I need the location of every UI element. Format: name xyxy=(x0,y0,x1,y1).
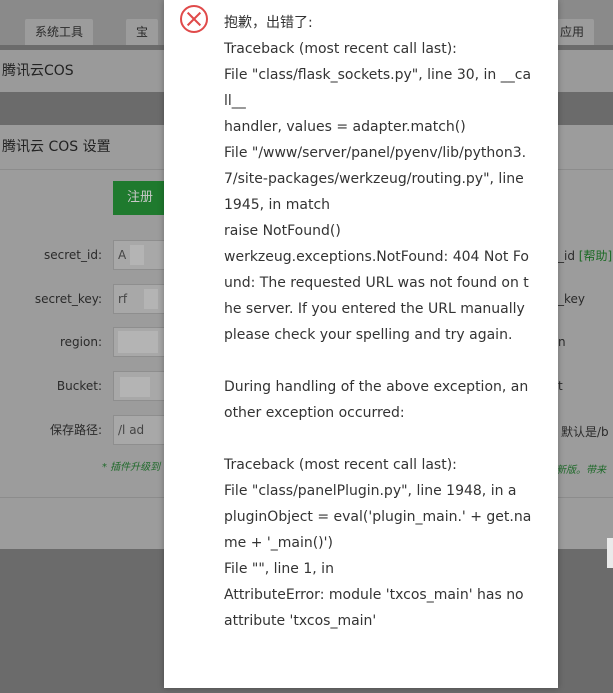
region-label: region: xyxy=(60,335,102,349)
region-hint: n xyxy=(558,335,566,349)
help-link[interactable]: [帮助] xyxy=(579,249,612,263)
redaction-blur xyxy=(130,245,144,265)
secret-id-hint: _id [帮助] xyxy=(558,249,613,263)
error-traceback: Traceback (most recent call last): File … xyxy=(224,41,532,629)
secret-key-hint: _key xyxy=(558,292,586,306)
bucket-label: Bucket: xyxy=(56,379,102,393)
tab-bao[interactable]: 宝 xyxy=(126,19,159,45)
plugin-notice-right: 新版。带来 xyxy=(556,465,606,476)
secret-id-label: secret_id: xyxy=(44,248,102,262)
redaction-blur xyxy=(118,331,158,353)
secret-key-label: secret_key: xyxy=(34,292,102,306)
error-icon xyxy=(180,5,208,33)
plugin-notice: * 插件升级到 xyxy=(102,462,161,473)
redaction-blur xyxy=(120,377,150,397)
footer-button-edge[interactable] xyxy=(607,538,613,568)
tab-system-tools[interactable]: 系统工具 xyxy=(25,19,94,45)
bucket-hint: t xyxy=(558,379,563,393)
save-path-label: 保存路径: xyxy=(49,423,102,437)
redaction-blur xyxy=(144,289,158,309)
save-path-hint: 默认是/b xyxy=(561,425,609,439)
error-alert: 抱歉，出错了: Traceback (most recent call last… xyxy=(164,0,558,688)
error-title: 抱歉，出错了: xyxy=(224,15,313,31)
